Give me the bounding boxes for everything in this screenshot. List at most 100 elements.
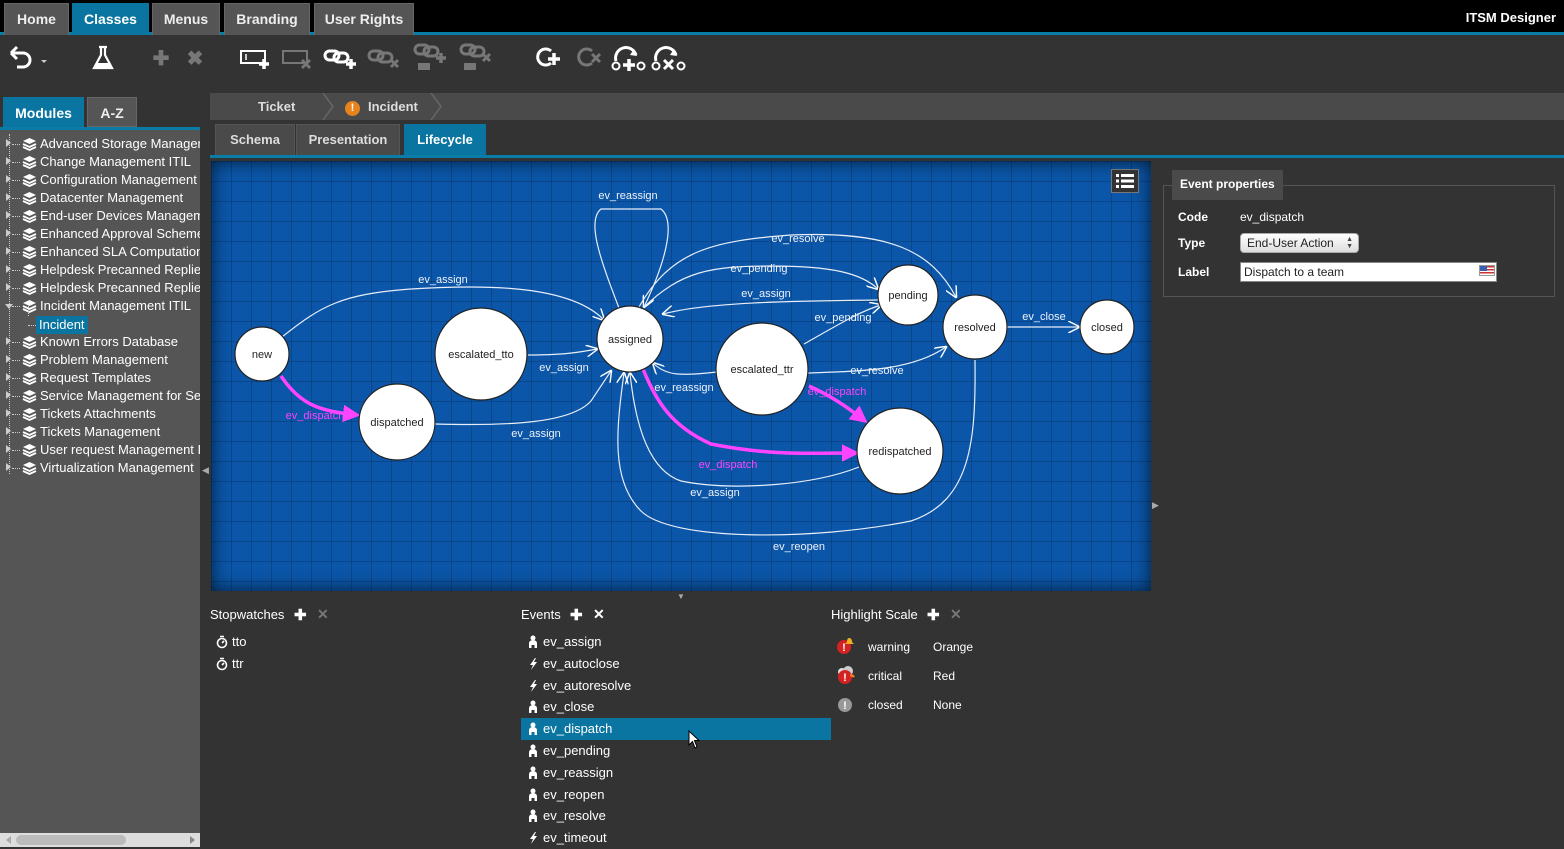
tree-item-module[interactable]: Helpdesk Precanned Replies: [0, 261, 200, 279]
delete-event-button[interactable]: ✕: [593, 606, 605, 623]
tree-item-module[interactable]: Tickets Management: [0, 423, 200, 441]
type-select[interactable]: End-User Action ▲ ▼: [1240, 233, 1359, 253]
transition-label[interactable]: ev_close: [1022, 311, 1065, 323]
tab-home[interactable]: Home: [4, 3, 69, 35]
tree-item-module[interactable]: Datacenter Management: [0, 189, 200, 207]
tab-a-z[interactable]: A-Z: [87, 97, 137, 127]
tab-user-rights[interactable]: User Rights: [314, 3, 414, 35]
highlight-scale-item[interactable]: ! closed None: [834, 694, 1034, 718]
expand-arrow-icon[interactable]: [6, 463, 11, 471]
add-attribute-button[interactable]: [238, 42, 274, 74]
delete-state-button[interactable]: [574, 42, 606, 74]
transition-label[interactable]: ev_reassign: [598, 190, 657, 202]
expand-arrow-icon[interactable]: [6, 175, 11, 183]
tree-item-module[interactable]: Tickets Attachments: [0, 405, 200, 423]
expand-arrow-icon[interactable]: [6, 445, 11, 453]
breadcrumb-ticket[interactable]: Ticket: [258, 93, 295, 120]
tab-classes[interactable]: Classes: [72, 3, 149, 35]
expand-arrow-icon[interactable]: [6, 355, 11, 363]
transition-escalated_ttr-pending[interactable]: [803, 305, 881, 345]
tree-item-module[interactable]: Known Errors Database: [0, 333, 200, 351]
transition-label[interactable]: ev_assign: [511, 428, 561, 440]
expand-arrow-icon[interactable]: [6, 229, 11, 237]
transition-label[interactable]: ev_reopen: [773, 541, 825, 553]
tree-item-module[interactable]: Service Management for Service Providers: [0, 387, 200, 405]
transition-escalated_ttr-assigned[interactable]: [653, 363, 718, 375]
tree-item-module[interactable]: Problem Management: [0, 351, 200, 369]
label-input[interactable]: [1240, 262, 1497, 282]
expand-arrow-icon[interactable]: [6, 391, 11, 399]
expand-arrow-icon[interactable]: [6, 373, 11, 381]
delete-stopwatch-button[interactable]: ✕: [317, 606, 329, 623]
list-view-button[interactable]: [1111, 169, 1139, 193]
delete-link-button[interactable]: [366, 42, 404, 74]
expand-arrow-icon[interactable]: [6, 283, 11, 291]
tree-item-incident-class[interactable]: Incident: [36, 316, 88, 334]
tab-branding[interactable]: Branding: [224, 3, 310, 35]
event-item[interactable]: ev_close: [521, 696, 831, 718]
transition-escalated_tto-assigned[interactable]: [527, 349, 597, 355]
delete-attribute-button[interactable]: [280, 42, 316, 74]
event-item[interactable]: ev_timeout: [521, 827, 831, 849]
event-item[interactable]: ev_reopen: [521, 784, 831, 806]
transition-label[interactable]: ev_assign: [741, 288, 791, 300]
test-button[interactable]: [88, 42, 118, 74]
add-stopwatch-button[interactable]: ✚: [294, 606, 307, 624]
tree-item-module[interactable]: Enhanced Approval Scheme: [0, 225, 200, 243]
transition-label[interactable]: ev_assign: [690, 487, 740, 499]
expand-arrow-icon[interactable]: [6, 211, 11, 219]
transition-label[interactable]: ev_dispatch: [286, 410, 345, 422]
highlight-scale-item[interactable]: ! warning Orange: [834, 636, 1034, 660]
expand-arrow-icon[interactable]: [6, 193, 11, 201]
transition-label[interactable]: ev_assign: [418, 274, 468, 286]
add-link-attribute-button[interactable]: [412, 42, 450, 74]
add-button[interactable]: ✚: [146, 42, 176, 74]
expand-arrow-icon[interactable]: [6, 337, 11, 345]
transition-label[interactable]: ev_reassign: [654, 382, 713, 394]
delete-link-attribute-button[interactable]: [458, 42, 496, 74]
breadcrumb-incident[interactable]: Incident: [368, 93, 418, 120]
event-item[interactable]: ev_reassign: [521, 762, 831, 784]
collapse-sidebar-icon[interactable]: ◀: [202, 465, 209, 476]
tree-item-module[interactable]: Configuration Management: [0, 171, 200, 189]
expand-arrow-icon[interactable]: [6, 247, 11, 255]
event-item[interactable]: ev_resolve: [521, 805, 831, 827]
tab-presentation[interactable]: Presentation: [296, 124, 400, 156]
transition-label[interactable]: ev_resolve: [850, 365, 903, 377]
event-item[interactable]: ev_pending: [521, 740, 831, 762]
stopwatch-item[interactable]: tto: [210, 631, 410, 653]
add-state-button[interactable]: [532, 42, 564, 74]
highlight-scale-item[interactable]: ! critical Red: [834, 665, 1034, 689]
expand-arrow-icon[interactable]: [6, 265, 11, 273]
event-item[interactable]: ev_assign: [521, 631, 831, 653]
tab-menus[interactable]: Menus: [152, 3, 220, 35]
us-flag-icon[interactable]: [1479, 265, 1495, 276]
tree-item-module[interactable]: Enhanced SLA Computation: [0, 243, 200, 261]
tree-item-module[interactable]: Helpdesk Precanned Replies: [0, 279, 200, 297]
scrollbar-thumb[interactable]: [16, 835, 126, 845]
add-highlight-button[interactable]: ✚: [927, 606, 940, 624]
tree-item-module[interactable]: Advanced Storage Management: [0, 135, 200, 153]
transition-assigned-assigned[interactable]: [594, 208, 669, 308]
delete-button[interactable]: ✖: [180, 42, 210, 74]
sidebar-horizontal-scrollbar[interactable]: [0, 833, 200, 847]
expand-arrow-icon[interactable]: [6, 427, 11, 435]
scroll-right-arrow-icon[interactable]: [190, 836, 195, 844]
add-event-button[interactable]: ✚: [570, 606, 583, 624]
event-item[interactable]: ev_autoclose: [521, 653, 831, 675]
stopwatch-item[interactable]: ttr: [210, 653, 410, 675]
tab-lifecycle[interactable]: Lifecycle: [404, 124, 486, 156]
expand-arrow-icon[interactable]: [6, 157, 11, 165]
lifecycle-diagram[interactable]: ev_assign ev_dispatch ev_assign ev_assign ev…: [211, 161, 1151, 591]
tree-item-module[interactable]: End-user Devices Management: [0, 207, 200, 225]
delete-transition-button[interactable]: [650, 42, 688, 74]
tree-item-module[interactable]: Virtualization Management: [0, 459, 200, 477]
undo-button[interactable]: [4, 42, 50, 74]
delete-highlight-button[interactable]: ✕: [950, 606, 962, 623]
add-transition-button[interactable]: [610, 42, 648, 74]
tab-schema[interactable]: Schema: [215, 124, 295, 156]
scroll-left-arrow-icon[interactable]: [6, 836, 11, 844]
transition-label[interactable]: ev_resolve: [771, 233, 824, 245]
expand-arrow-icon[interactable]: [6, 139, 11, 147]
add-link-button[interactable]: [322, 42, 360, 74]
